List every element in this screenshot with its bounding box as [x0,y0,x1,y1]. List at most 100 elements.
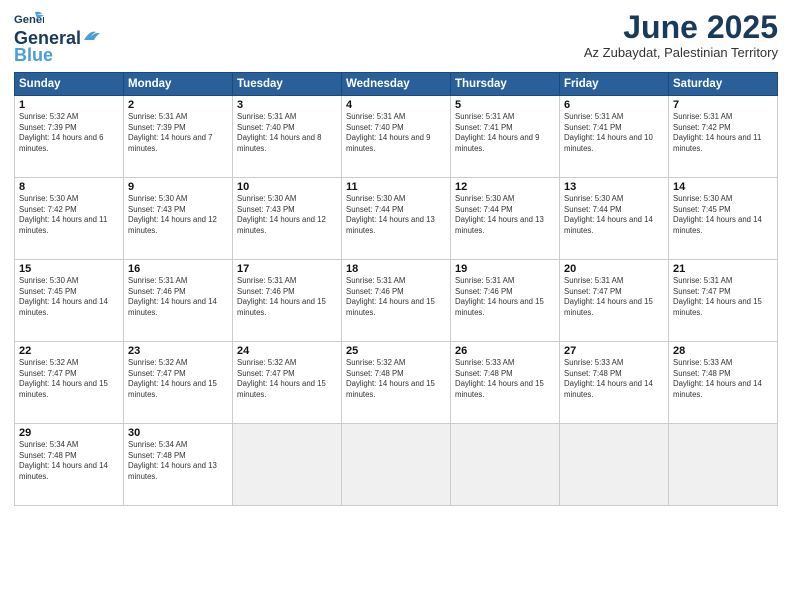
table-row: 17 Sunrise: 5:31 AMSunset: 7:46 PMDaylig… [233,260,342,342]
table-row: 8 Sunrise: 5:30 AMSunset: 7:42 PMDayligh… [15,178,124,260]
day-number: 11 [346,181,446,193]
day-content: Sunrise: 5:30 AMSunset: 7:43 PMDaylight:… [237,194,337,236]
col-thursday: Thursday [451,73,560,96]
day-number: 13 [564,181,664,193]
table-row: 2 Sunrise: 5:31 AMSunset: 7:39 PMDayligh… [124,96,233,178]
location-title: Az Zubaydat, Palestinian Territory [584,45,778,60]
col-sunday: Sunday [15,73,124,96]
day-number: 25 [346,345,446,357]
day-content: Sunrise: 5:32 AMSunset: 7:47 PMDaylight:… [19,358,119,400]
day-number: 14 [673,181,773,193]
day-content: Sunrise: 5:31 AMSunset: 7:46 PMDaylight:… [128,276,228,318]
day-number: 4 [346,99,446,111]
day-content: Sunrise: 5:32 AMSunset: 7:47 PMDaylight:… [237,358,337,400]
table-row [342,424,451,506]
calendar-header-row: Sunday Monday Tuesday Wednesday Thursday… [15,73,778,96]
week-row-4: 22 Sunrise: 5:32 AMSunset: 7:47 PMDaylig… [15,342,778,424]
table-row: 9 Sunrise: 5:30 AMSunset: 7:43 PMDayligh… [124,178,233,260]
day-content: Sunrise: 5:33 AMSunset: 7:48 PMDaylight:… [564,358,664,400]
day-content: Sunrise: 5:32 AMSunset: 7:47 PMDaylight:… [128,358,228,400]
day-number: 10 [237,181,337,193]
day-number: 17 [237,263,337,275]
table-row: 12 Sunrise: 5:30 AMSunset: 7:44 PMDaylig… [451,178,560,260]
day-number: 12 [455,181,555,193]
header: General General Blue June 2025 Az Zubayd… [14,10,778,66]
day-content: Sunrise: 5:32 AMSunset: 7:39 PMDaylight:… [19,112,119,154]
day-content: Sunrise: 5:34 AMSunset: 7:48 PMDaylight:… [128,440,228,482]
col-tuesday: Tuesday [233,73,342,96]
table-row: 15 Sunrise: 5:30 AMSunset: 7:45 PMDaylig… [15,260,124,342]
day-content: Sunrise: 5:31 AMSunset: 7:47 PMDaylight:… [564,276,664,318]
day-number: 27 [564,345,664,357]
table-row [233,424,342,506]
table-row [669,424,778,506]
table-row: 7 Sunrise: 5:31 AMSunset: 7:42 PMDayligh… [669,96,778,178]
day-number: 24 [237,345,337,357]
day-content: Sunrise: 5:30 AMSunset: 7:44 PMDaylight:… [346,194,446,236]
col-wednesday: Wednesday [342,73,451,96]
day-content: Sunrise: 5:31 AMSunset: 7:46 PMDaylight:… [455,276,555,318]
week-row-2: 8 Sunrise: 5:30 AMSunset: 7:42 PMDayligh… [15,178,778,260]
day-content: Sunrise: 5:30 AMSunset: 7:42 PMDaylight:… [19,194,119,236]
day-number: 21 [673,263,773,275]
day-content: Sunrise: 5:31 AMSunset: 7:40 PMDaylight:… [346,112,446,154]
logo-blue: Blue [14,45,53,66]
day-number: 3 [237,99,337,111]
day-number: 7 [673,99,773,111]
week-row-5: 29 Sunrise: 5:34 AMSunset: 7:48 PMDaylig… [15,424,778,506]
table-row: 10 Sunrise: 5:30 AMSunset: 7:43 PMDaylig… [233,178,342,260]
calendar-table: Sunday Monday Tuesday Wednesday Thursday… [14,72,778,506]
day-content: Sunrise: 5:31 AMSunset: 7:41 PMDaylight:… [564,112,664,154]
table-row [451,424,560,506]
title-block: June 2025 Az Zubaydat, Palestinian Terri… [584,10,778,60]
page: General General Blue June 2025 Az Zubayd… [0,0,792,612]
day-content: Sunrise: 5:31 AMSunset: 7:41 PMDaylight:… [455,112,555,154]
table-row: 25 Sunrise: 5:32 AMSunset: 7:48 PMDaylig… [342,342,451,424]
table-row: 22 Sunrise: 5:32 AMSunset: 7:47 PMDaylig… [15,342,124,424]
day-content: Sunrise: 5:31 AMSunset: 7:39 PMDaylight:… [128,112,228,154]
week-row-3: 15 Sunrise: 5:30 AMSunset: 7:45 PMDaylig… [15,260,778,342]
table-row: 3 Sunrise: 5:31 AMSunset: 7:40 PMDayligh… [233,96,342,178]
day-number: 20 [564,263,664,275]
logo-icon: General [14,10,44,28]
day-number: 29 [19,427,119,439]
table-row: 14 Sunrise: 5:30 AMSunset: 7:45 PMDaylig… [669,178,778,260]
day-content: Sunrise: 5:32 AMSunset: 7:48 PMDaylight:… [346,358,446,400]
table-row [560,424,669,506]
day-number: 1 [19,99,119,111]
day-number: 15 [19,263,119,275]
day-content: Sunrise: 5:31 AMSunset: 7:46 PMDaylight:… [237,276,337,318]
table-row: 6 Sunrise: 5:31 AMSunset: 7:41 PMDayligh… [560,96,669,178]
table-row: 19 Sunrise: 5:31 AMSunset: 7:46 PMDaylig… [451,260,560,342]
day-number: 30 [128,427,228,439]
table-row: 5 Sunrise: 5:31 AMSunset: 7:41 PMDayligh… [451,96,560,178]
table-row: 27 Sunrise: 5:33 AMSunset: 7:48 PMDaylig… [560,342,669,424]
day-content: Sunrise: 5:31 AMSunset: 7:40 PMDaylight:… [237,112,337,154]
table-row: 23 Sunrise: 5:32 AMSunset: 7:47 PMDaylig… [124,342,233,424]
logo-bird-svg [82,30,104,44]
day-number: 9 [128,181,228,193]
col-monday: Monday [124,73,233,96]
day-number: 5 [455,99,555,111]
table-row: 11 Sunrise: 5:30 AMSunset: 7:44 PMDaylig… [342,178,451,260]
table-row: 30 Sunrise: 5:34 AMSunset: 7:48 PMDaylig… [124,424,233,506]
table-row: 1 Sunrise: 5:32 AMSunset: 7:39 PMDayligh… [15,96,124,178]
week-row-1: 1 Sunrise: 5:32 AMSunset: 7:39 PMDayligh… [15,96,778,178]
day-number: 26 [455,345,555,357]
table-row: 21 Sunrise: 5:31 AMSunset: 7:47 PMDaylig… [669,260,778,342]
table-row: 28 Sunrise: 5:33 AMSunset: 7:48 PMDaylig… [669,342,778,424]
col-saturday: Saturday [669,73,778,96]
table-row: 4 Sunrise: 5:31 AMSunset: 7:40 PMDayligh… [342,96,451,178]
day-number: 28 [673,345,773,357]
table-row: 20 Sunrise: 5:31 AMSunset: 7:47 PMDaylig… [560,260,669,342]
day-content: Sunrise: 5:30 AMSunset: 7:44 PMDaylight:… [564,194,664,236]
day-number: 23 [128,345,228,357]
day-content: Sunrise: 5:33 AMSunset: 7:48 PMDaylight:… [455,358,555,400]
day-number: 2 [128,99,228,111]
table-row: 18 Sunrise: 5:31 AMSunset: 7:46 PMDaylig… [342,260,451,342]
logo: General General Blue [14,10,104,66]
day-content: Sunrise: 5:31 AMSunset: 7:47 PMDaylight:… [673,276,773,318]
day-content: Sunrise: 5:33 AMSunset: 7:48 PMDaylight:… [673,358,773,400]
day-content: Sunrise: 5:31 AMSunset: 7:42 PMDaylight:… [673,112,773,154]
day-number: 8 [19,181,119,193]
